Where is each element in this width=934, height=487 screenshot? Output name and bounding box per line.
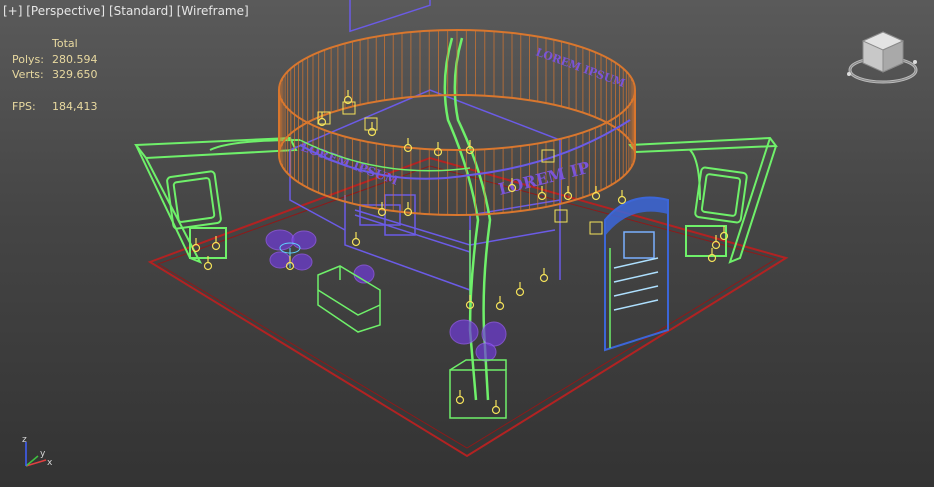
spot-light bbox=[515, 287, 525, 297]
axis-tripod-icon: z y x bbox=[22, 435, 53, 468]
front-counter bbox=[449, 359, 507, 419]
viewcube-icon[interactable] bbox=[845, 30, 921, 92]
header-ring bbox=[278, 29, 636, 216]
stats-overlay: Total Polys: 280.594 Verts: 329.650 FPS:… bbox=[12, 37, 98, 115]
viewport-menu-wireframe[interactable]: [Wireframe] bbox=[177, 4, 249, 18]
polys-value: 280.594 bbox=[52, 52, 98, 66]
viewport-menu-standard[interactable]: [Standard] bbox=[109, 4, 173, 18]
viewport-menu-plus[interactable]: [+] bbox=[3, 4, 22, 18]
spot-light bbox=[351, 237, 361, 247]
axis-y-label: y bbox=[40, 449, 46, 459]
viewport[interactable]: LOREM IP LOREM IPSUM LOREM IPSUM [+] [Pe… bbox=[0, 0, 934, 487]
spot-light bbox=[617, 195, 627, 205]
viewport-menu-perspective[interactable]: [Perspective] bbox=[26, 4, 105, 18]
verts-value: 329.650 bbox=[52, 68, 98, 81]
right-counter bbox=[685, 225, 727, 257]
blue-display-panel bbox=[604, 196, 669, 352]
spot-light bbox=[491, 405, 501, 415]
spot-light bbox=[539, 273, 549, 283]
wireframe-scene[interactable]: LOREM IP LOREM IPSUM LOREM IPSUM bbox=[0, 0, 934, 487]
fps-label: FPS: bbox=[12, 99, 36, 113]
axis-z-label: z bbox=[22, 435, 27, 445]
ring-text-right: LOREM IPSUM bbox=[534, 46, 627, 90]
spot-light bbox=[455, 395, 465, 405]
floor-plate bbox=[147, 156, 789, 458]
stats-header: Total bbox=[52, 37, 78, 50]
viewport-label-bar: [+] [Perspective] [Standard] [Wireframe] bbox=[3, 4, 249, 18]
fps-value: 184,413 bbox=[52, 99, 98, 113]
axis-x-label: x bbox=[47, 458, 53, 468]
spot-light bbox=[203, 261, 213, 271]
verts-label: Verts: bbox=[12, 68, 44, 81]
polys-label: Polys: bbox=[12, 52, 44, 66]
spot-light bbox=[495, 301, 505, 311]
